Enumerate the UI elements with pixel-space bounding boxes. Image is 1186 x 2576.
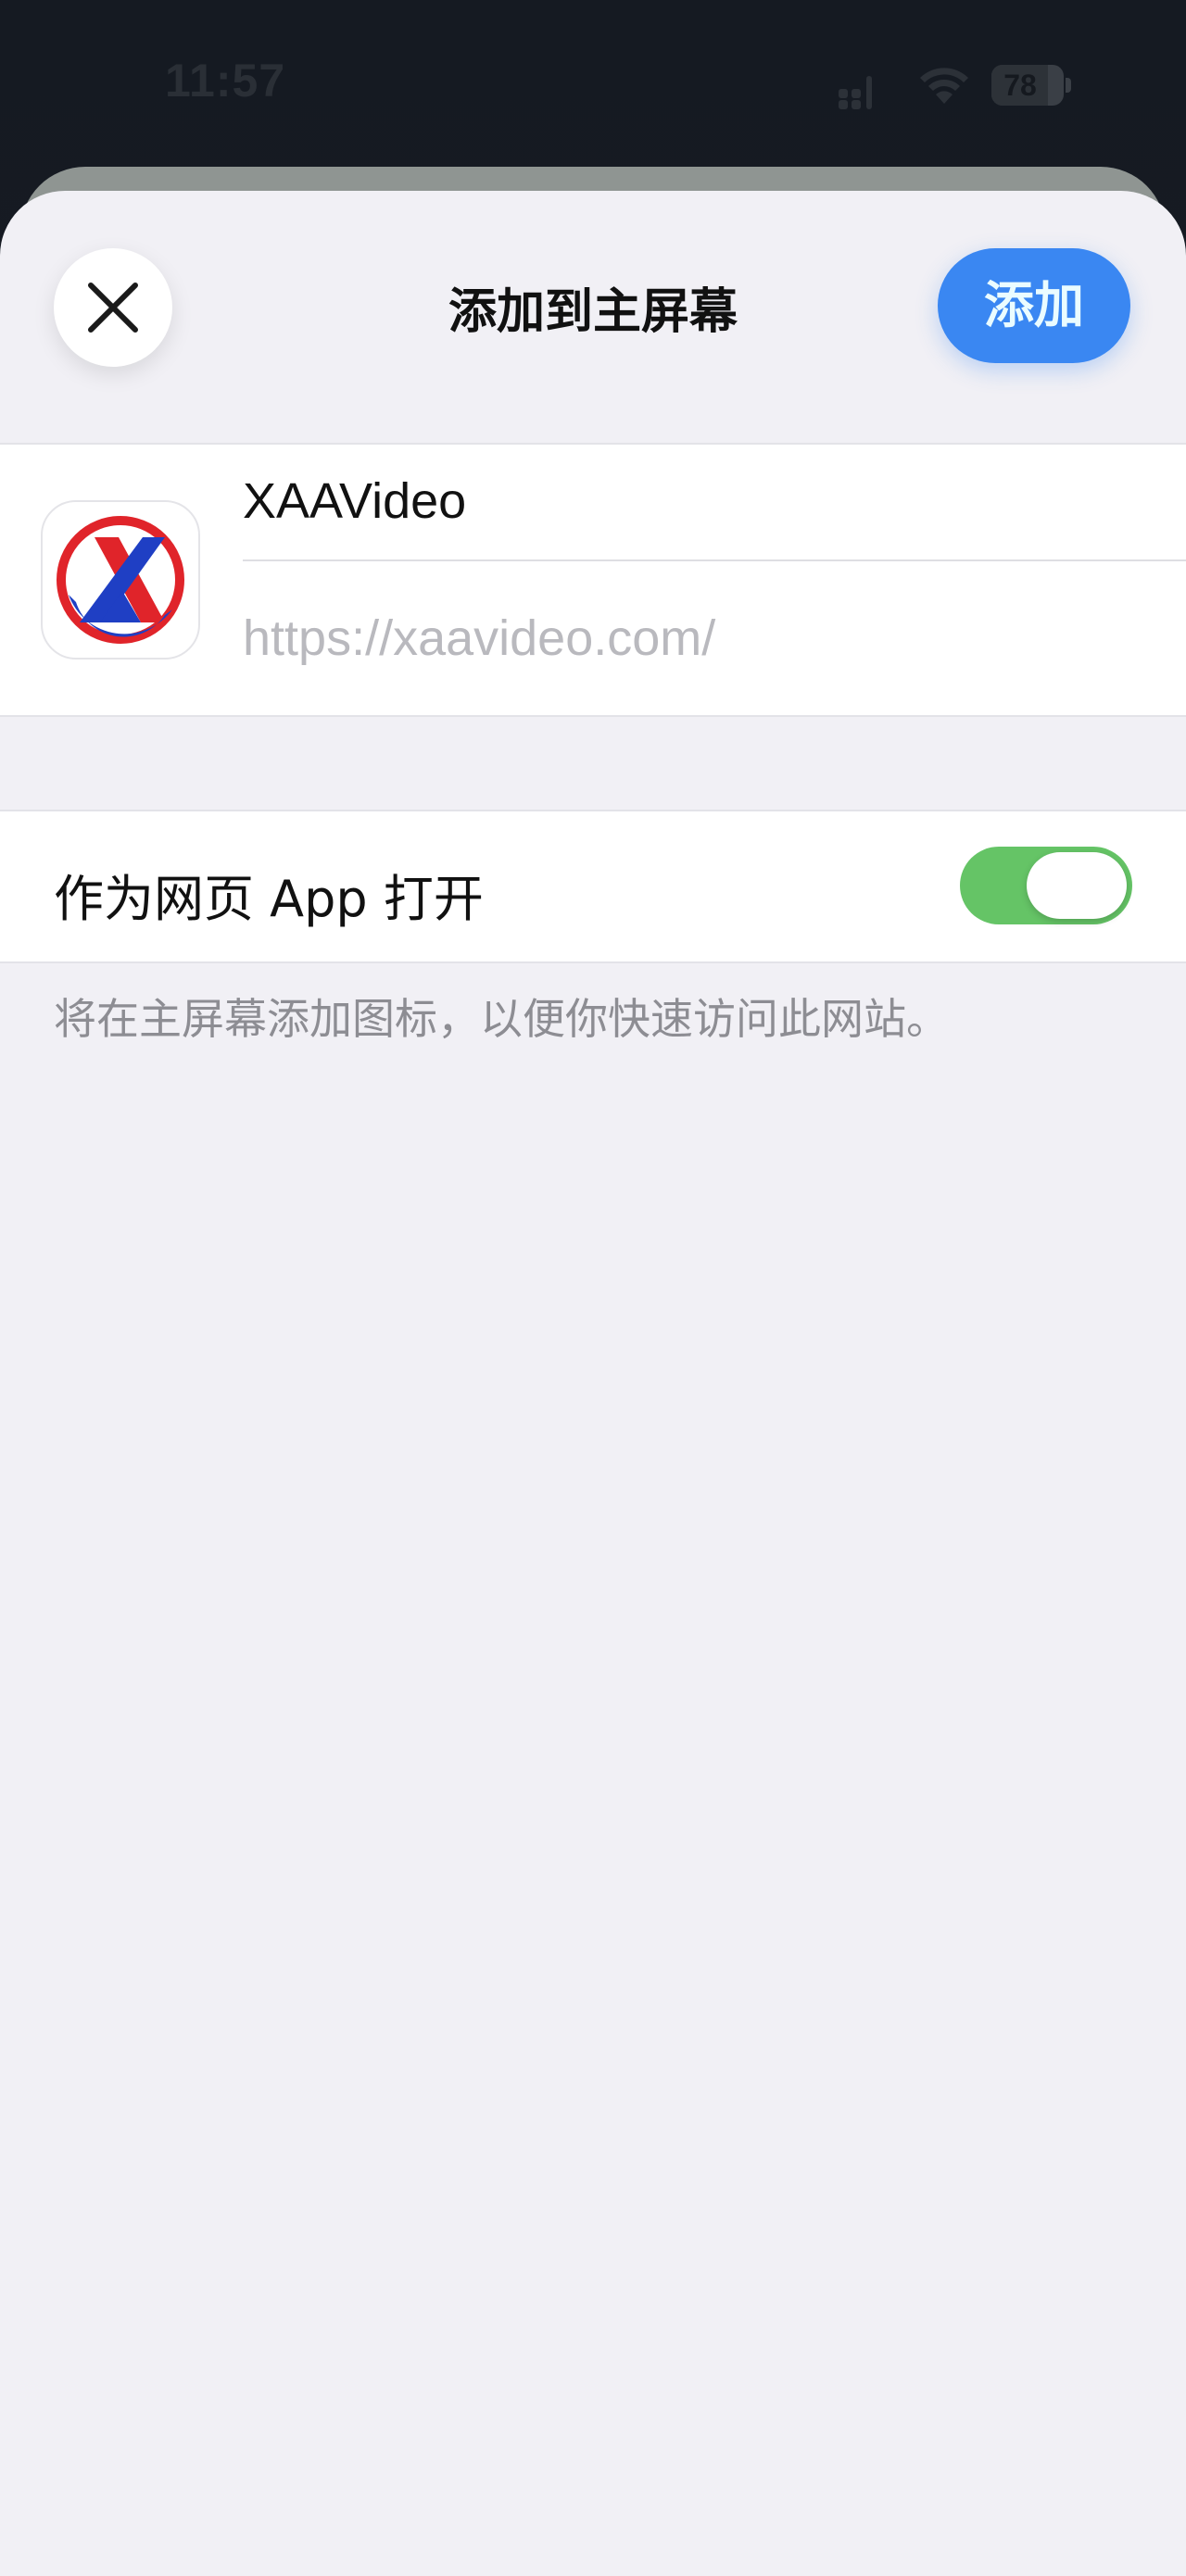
web-app-toggle-row: 作为网页 App 打开: [0, 810, 1186, 963]
status-time: 11:57: [165, 55, 286, 107]
sheet-title: 添加到主屏幕: [448, 284, 738, 340]
screen: 11:57 78 添加到主屏幕 添加 XAAVideo https://xaav…: [0, 0, 1186, 2576]
app-info-group: XAAVideo https://xaavideo.com/: [0, 443, 1186, 717]
app-name-input[interactable]: XAAVideo: [243, 472, 466, 530]
app-logo-graphic: [57, 516, 184, 644]
app-logo-icon: [41, 500, 200, 660]
wifi-icon: [920, 68, 968, 104]
footer-note: 将在主屏幕添加图标，以便你快速访问此网站。: [54, 994, 949, 1044]
app-name-field[interactable]: XAAVideo: [243, 445, 1186, 561]
add-to-home-sheet: 添加到主屏幕 添加 XAAVideo https://xaavideo.com/…: [0, 191, 1186, 2576]
battery-cap: [1066, 78, 1071, 93]
signal-icon: [839, 76, 872, 109]
add-button[interactable]: 添加: [938, 248, 1130, 363]
battery-body: 78: [991, 65, 1064, 106]
battery-level: 78: [1003, 69, 1037, 102]
toggle-knob: [1027, 852, 1127, 919]
web-app-toggle-switch[interactable]: [960, 847, 1132, 924]
close-button[interactable]: [54, 248, 172, 367]
app-url: https://xaavideo.com/: [243, 610, 716, 666]
web-app-toggle-label: 作为网页 App 打开: [54, 870, 484, 928]
battery-icon: 78: [991, 65, 1071, 106]
close-icon: [88, 283, 138, 333]
